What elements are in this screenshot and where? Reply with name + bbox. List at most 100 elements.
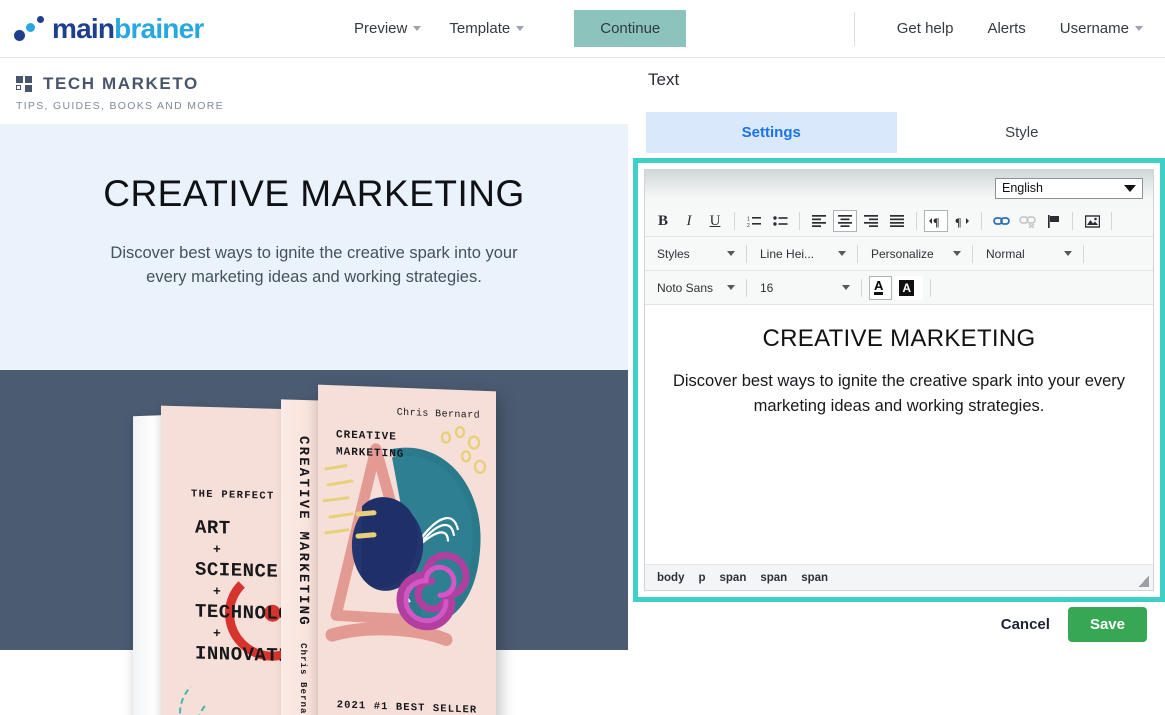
app-root: mainbrainer Preview Template Continue Ge… (0, 0, 1165, 715)
path-item-span-3[interactable]: span (801, 572, 828, 584)
image-icon (1085, 215, 1100, 228)
path-item-p[interactable]: p (698, 572, 705, 584)
align-left-button[interactable] (807, 210, 831, 232)
editor-heading: CREATIVE MARKETING (667, 325, 1131, 353)
font-family-value: Noto Sans (657, 281, 713, 295)
svg-text:¶: ¶ (933, 215, 939, 228)
styles-dropdown[interactable]: Styles (651, 242, 739, 266)
book-spine-title: CREATIVE MARKETING (295, 436, 311, 627)
language-select[interactable]: English (995, 178, 1143, 199)
preview-hero-subtitle: Discover best ways to ignite the creativ… (94, 242, 534, 290)
svg-text:1: 1 (747, 216, 750, 222)
svg-text:¶: ¶ (955, 215, 961, 228)
nav-item-username[interactable]: Username (1060, 20, 1143, 37)
numbered-list-button[interactable]: 12 (742, 210, 766, 232)
logo-text-main: main (52, 13, 114, 44)
nav-center-group: Preview Template Continue (354, 10, 686, 47)
personalize-dropdown-label: Personalize (871, 247, 934, 261)
format-dropdown[interactable]: Normal (980, 242, 1076, 266)
bulleted-list-button[interactable] (768, 210, 792, 232)
editor-toolbar-font: Noto Sans 16 A A (645, 271, 1153, 305)
resize-grip-icon[interactable] (1138, 576, 1149, 587)
book-front-title: CREATIVE MARKETING (336, 427, 404, 463)
brand-logo[interactable]: mainbrainer (12, 13, 312, 45)
format-dropdown-label: Normal (986, 247, 1025, 261)
book-mockup-image: THE PERFECT BLEND ART + SCIENCE + TECHNO… (133, 350, 493, 715)
toolbar-separator (746, 245, 747, 263)
settings-panel: Text Settings Style English B I (628, 58, 1165, 715)
underline-button[interactable]: U (703, 210, 727, 232)
tab-settings[interactable]: Settings (646, 112, 897, 153)
chevron-down-icon (1135, 26, 1143, 31)
chevron-down-icon (727, 251, 735, 256)
toolbar-separator (734, 212, 735, 230)
rich-text-editor: English B I U 12 (644, 169, 1154, 591)
text-direction-ltr-icon: ¶ (928, 215, 944, 228)
tab-style[interactable]: Style (897, 112, 1148, 153)
align-justify-button[interactable] (885, 210, 909, 232)
continue-button[interactable]: Continue (574, 10, 686, 47)
save-button[interactable]: Save (1068, 607, 1147, 642)
book-spine-author: Chris Bernard (298, 643, 308, 715)
tech-marketo-logo-icon (16, 76, 34, 92)
insert-image-button[interactable] (1080, 210, 1104, 232)
email-preview-panel: TECH MARKETO TIPS, GUIDES, BOOKS AND MOR… (0, 58, 628, 715)
toolbar-separator (1111, 212, 1112, 230)
path-item-body[interactable]: body (657, 572, 684, 584)
line-height-dropdown-label: Line Hei... (760, 247, 814, 261)
toolbar-separator (972, 245, 973, 263)
book-front-title-line2: MARKETING (336, 446, 404, 461)
bold-button[interactable]: B (651, 210, 675, 232)
nav-item-preview[interactable]: Preview (354, 20, 421, 37)
path-item-span-2[interactable]: span (760, 572, 787, 584)
panel-title: Text (648, 70, 1165, 90)
align-center-button[interactable] (833, 210, 857, 232)
editor-content-area[interactable]: CREATIVE MARKETING Discover best ways to… (645, 305, 1153, 564)
font-size-value: 16 (760, 281, 773, 295)
toolbar-separator (981, 212, 982, 230)
book-front-title-line1: CREATIVE (336, 429, 397, 443)
align-center-icon (838, 215, 852, 227)
text-color-button[interactable]: A (869, 276, 892, 300)
chevron-down-icon (516, 26, 524, 31)
chevron-down-icon (953, 251, 961, 256)
text-direction-rtl-icon: ¶ (954, 215, 970, 228)
styles-dropdown-label: Styles (657, 247, 690, 261)
text-direction-ltr-button[interactable]: ¶ (924, 210, 948, 232)
logo-text-brainer: brainer (114, 13, 203, 44)
anchor-flag-button[interactable] (1041, 210, 1065, 232)
font-size-dropdown[interactable]: 16 (754, 276, 854, 300)
nav-right-group: Get help Alerts Username (854, 12, 1165, 46)
toolbar-separator (861, 279, 862, 297)
italic-button[interactable]: I (677, 210, 701, 232)
panel-action-buttons: Cancel Save (1001, 607, 1147, 642)
personalize-dropdown[interactable]: Personalize (865, 242, 965, 266)
nav-item-preview-label: Preview (354, 20, 407, 37)
chevron-down-icon (1064, 251, 1072, 256)
path-item-span-1[interactable]: span (720, 572, 747, 584)
toolbar-separator (1083, 245, 1084, 263)
toolbar-separator (930, 279, 931, 297)
editor-paragraph: Discover best ways to ignite the creativ… (667, 369, 1131, 419)
background-color-button[interactable]: A (894, 276, 923, 300)
nav-item-username-label: Username (1060, 20, 1129, 37)
nav-item-get-help[interactable]: Get help (897, 20, 954, 37)
font-family-dropdown[interactable]: Noto Sans (651, 276, 739, 300)
line-height-dropdown[interactable]: Line Hei... (754, 242, 850, 266)
nav-divider (854, 12, 855, 46)
text-direction-rtl-button[interactable]: ¶ (950, 210, 974, 232)
align-right-button[interactable] (859, 210, 883, 232)
preview-brand-title: TECH MARKETO (43, 74, 199, 94)
language-select-value: English (1002, 181, 1043, 195)
toolbar-separator (916, 212, 917, 230)
insert-link-button[interactable] (989, 210, 1013, 232)
nav-item-alerts[interactable]: Alerts (987, 20, 1025, 37)
editor-toolbar-formatting: B I U 12 (645, 206, 1153, 237)
cancel-button[interactable]: Cancel (1001, 616, 1050, 633)
unlink-button[interactable] (1015, 210, 1039, 232)
book-front-cover: Chris Bernard CREATIVEMARKETING 2021 #1 … (318, 385, 496, 715)
preview-brand-header: TECH MARKETO TIPS, GUIDES, BOOKS AND MOR… (0, 58, 628, 125)
link-icon (993, 215, 1010, 227)
align-left-icon (812, 215, 826, 227)
nav-item-template[interactable]: Template (449, 20, 524, 37)
